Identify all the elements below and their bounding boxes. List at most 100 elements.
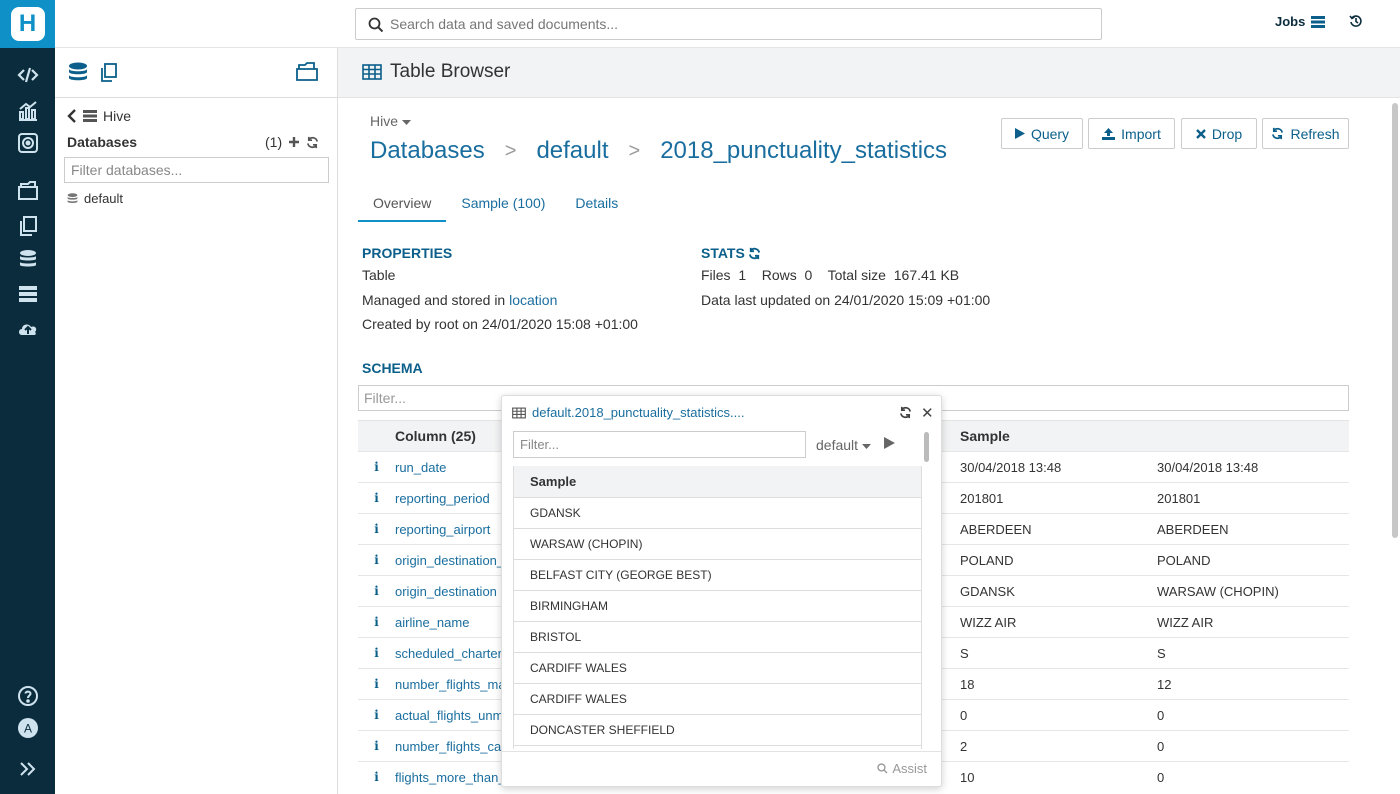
tab-details[interactable]: Details (560, 188, 633, 222)
engine-select-value: Hive (370, 113, 399, 129)
breadcrumb-separator: > (628, 139, 641, 162)
sample-value-1: 2 (960, 730, 1157, 762)
avatar[interactable]: A (0, 713, 55, 743)
page-title: Table Browser (362, 61, 510, 83)
info-icon[interactable]: i (358, 606, 395, 638)
info-icon[interactable]: i (358, 699, 395, 731)
stats-title-group: STATS (701, 245, 761, 261)
sample-value-1: 18 (960, 668, 1157, 700)
database-item-label: default (84, 191, 124, 206)
database-item-default[interactable]: default (67, 191, 123, 206)
drop-button[interactable]: Drop (1181, 118, 1257, 149)
database-filter-input[interactable] (64, 157, 329, 183)
refresh-button-label: Refresh (1290, 125, 1340, 142)
hue-logo-mark: H (10, 7, 45, 41)
dashboard-icon[interactable] (0, 96, 55, 126)
sample-value-1: S (960, 637, 1157, 669)
sample-value-2: S (1157, 637, 1349, 669)
scheduler-icon[interactable] (0, 128, 55, 158)
breadcrumb-database[interactable]: default (536, 137, 608, 165)
popover-footer: Assist (502, 751, 941, 786)
assist-button[interactable]: Assist (877, 761, 927, 776)
tab-overview[interactable]: Overview (358, 188, 447, 222)
popover-sample-value: BRISTOL (514, 621, 921, 653)
documents-icon[interactable] (0, 176, 55, 206)
tab-sample[interactable]: Sample (100) (446, 188, 560, 222)
popover-row: BRISTOL (514, 621, 921, 653)
sample-value-2: ABERDEEN (1157, 513, 1349, 545)
popover-row: CARDIFF WALES (514, 652, 921, 684)
expand-icon[interactable] (0, 754, 55, 784)
caret-down-icon (861, 444, 871, 449)
info-icon[interactable]: i (358, 544, 395, 576)
info-icon[interactable]: i (358, 575, 395, 607)
svg-text:A: A (23, 722, 31, 736)
chevron-left-icon (67, 109, 76, 123)
popover-sample-value: DONCASTER SHEFFIELD (514, 714, 921, 746)
sample-value-2: WARSAW (CHOPIN) (1157, 575, 1349, 607)
engine-select[interactable]: Hive (370, 113, 411, 129)
table-icon (512, 407, 526, 418)
stats-refresh-icon[interactable] (748, 247, 761, 260)
documents-tab-icon[interactable] (98, 62, 120, 87)
refresh-icon (1272, 127, 1284, 140)
sample-value-1: 10 (960, 761, 1157, 793)
sample-value-2: POLAND (1157, 544, 1349, 576)
import-button[interactable]: Import (1088, 118, 1175, 149)
info-icon[interactable]: i (358, 451, 395, 483)
schema-title: SCHEMA (362, 360, 423, 376)
popover-refresh-icon[interactable] (899, 406, 912, 422)
popover-db-select[interactable]: default (816, 437, 871, 453)
history-icon[interactable] (1349, 14, 1363, 31)
info-icon[interactable]: i (358, 513, 395, 545)
popover-row (514, 745, 921, 749)
importer-icon[interactable] (0, 313, 55, 343)
info-icon[interactable]: i (358, 761, 395, 793)
query-button[interactable]: Query (1001, 118, 1083, 149)
tables-icon[interactable] (0, 245, 55, 275)
main-scrollbar[interactable] (1392, 103, 1398, 538)
left-navigation-rail: H A (0, 0, 55, 794)
sample-popover: default.2018_punctuality_statistics.... … (501, 395, 942, 787)
jobs-label: Jobs (1275, 14, 1306, 29)
info-icon[interactable]: i (358, 668, 395, 700)
info-header (358, 420, 395, 452)
info-icon[interactable]: i (358, 482, 395, 514)
add-icon[interactable] (288, 136, 300, 148)
sample-value-1: 201801 (960, 482, 1157, 514)
refresh-icon[interactable] (306, 136, 319, 149)
popover-sample-value: GDANSK (514, 497, 921, 529)
popover-row: WARSAW (CHOPIN) (514, 528, 921, 560)
breadcrumb-databases[interactable]: Databases (370, 137, 485, 165)
hue-logo[interactable]: H (0, 0, 55, 48)
breadcrumb-table[interactable]: 2018_punctuality_statistics (660, 137, 947, 165)
sample-value-1: GDANSK (960, 575, 1157, 607)
database-icon[interactable] (68, 62, 88, 87)
breadcrumb-separator: > (504, 139, 517, 162)
sample-value-2: 0 (1157, 699, 1349, 731)
search-input[interactable] (390, 9, 1090, 39)
sample-value-1: WIZZ AIR (960, 606, 1157, 638)
info-icon[interactable]: i (358, 637, 395, 669)
editor-icon[interactable] (0, 60, 55, 90)
jobs-icon[interactable] (0, 279, 55, 309)
popover-scrollbar[interactable] (924, 432, 929, 462)
databases-count-group: (1) (265, 134, 319, 150)
files-icon[interactable] (0, 211, 55, 241)
global-search-box[interactable] (355, 8, 1102, 40)
stats-title: STATS (701, 245, 745, 261)
jobs-button[interactable]: Jobs (1275, 14, 1326, 29)
info-icon[interactable]: i (358, 730, 395, 762)
property-managed-text: Managed and stored in (362, 292, 506, 308)
table-icon (362, 64, 382, 80)
properties-title: PROPERTIES (362, 245, 453, 261)
location-link[interactable]: location (509, 292, 557, 308)
assist-back-hive[interactable]: Hive (67, 108, 131, 124)
hive-icon (83, 110, 97, 122)
refresh-button[interactable]: Refresh (1262, 118, 1349, 149)
popover-play-icon[interactable] (884, 437, 895, 452)
popover-filter-input[interactable] (513, 431, 806, 458)
help-icon[interactable] (0, 681, 55, 711)
folder-icon[interactable] (295, 62, 319, 85)
popover-close-icon[interactable]: ✕ (921, 404, 934, 422)
